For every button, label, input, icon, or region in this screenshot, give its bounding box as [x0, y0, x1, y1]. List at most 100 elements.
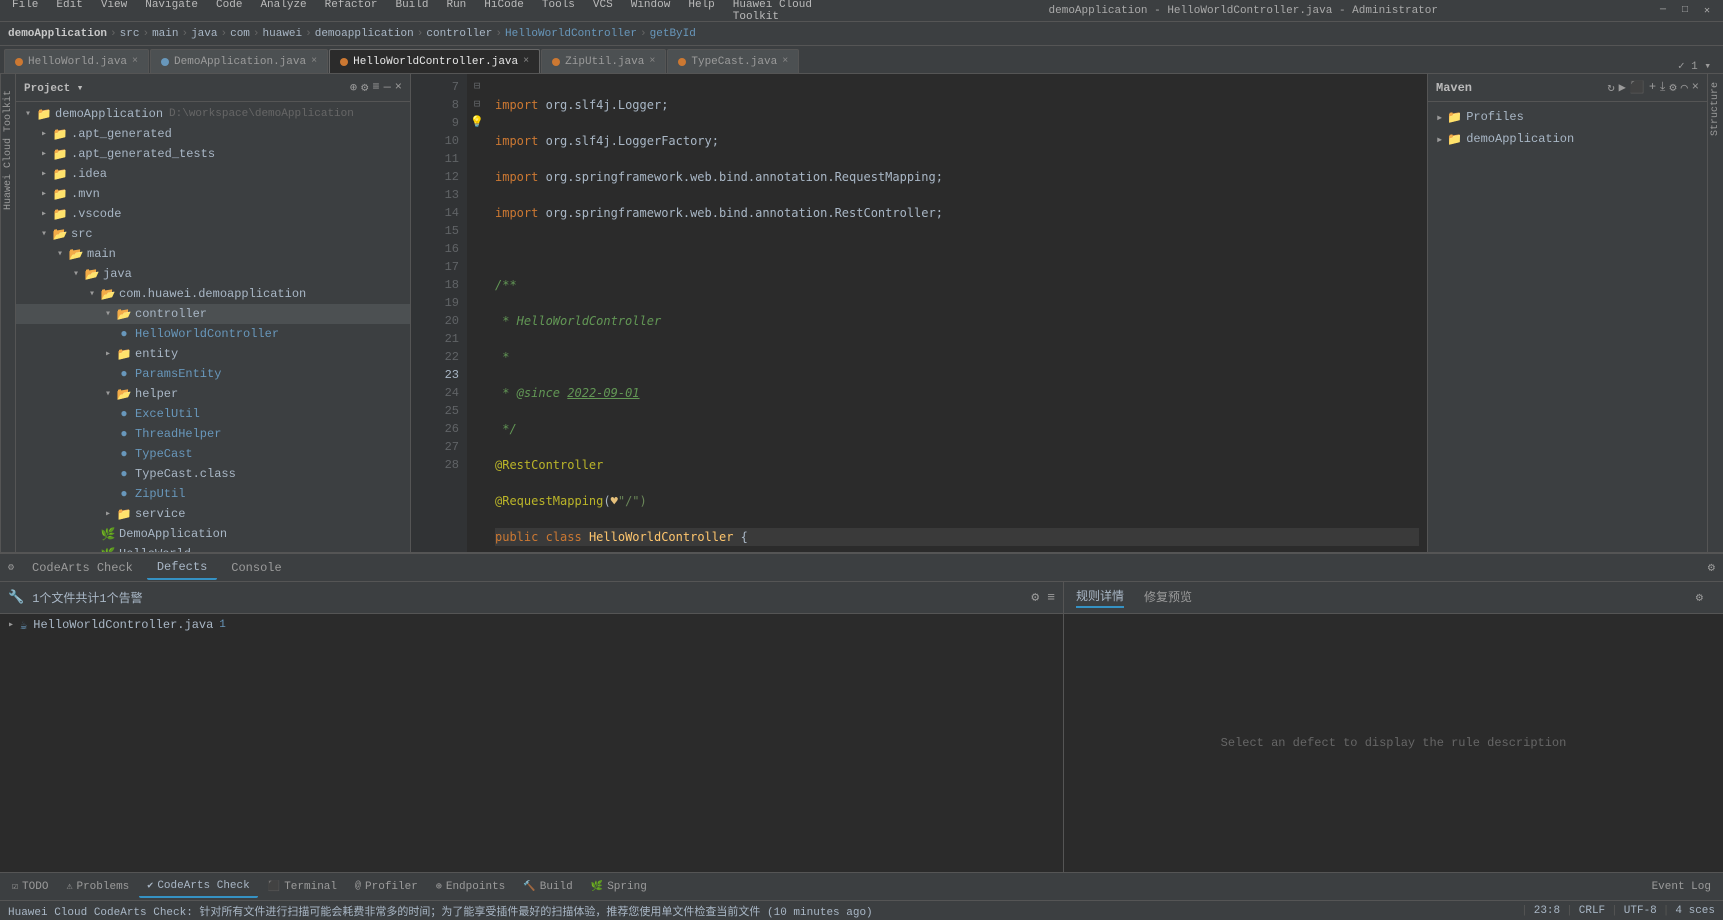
menu-code[interactable]: Code — [212, 0, 246, 23]
project-icon-locate[interactable]: ⊕ — [350, 80, 357, 95]
close-button[interactable]: ✕ — [1699, 3, 1715, 19]
tree-item-threadhelper[interactable]: ● ThreadHelper — [16, 424, 410, 444]
menu-help[interactable]: Help — [684, 0, 718, 23]
project-icon-collapse[interactable]: — — [384, 80, 391, 95]
bc-project[interactable]: demoApplication — [8, 28, 107, 40]
tree-item-vscode[interactable]: ▸ 📁 .vscode — [16, 204, 410, 224]
btab-console[interactable]: Console — [221, 556, 291, 580]
menu-tools[interactable]: Tools — [538, 0, 579, 23]
tab-demoapplication[interactable]: DemoApplication.java × — [150, 49, 328, 73]
menu-build[interactable]: Build — [391, 0, 432, 23]
run-config-dropdown[interactable]: ✓ 1 ▾ — [1678, 59, 1711, 73]
rule-tab-detail[interactable]: 规则详情 — [1076, 587, 1124, 608]
tree-item-hwcontroller[interactable]: ● HelloWorldController — [16, 324, 410, 344]
tree-item-src[interactable]: ▾ 📂 src — [16, 224, 410, 244]
tab-helloworldcontroller[interactable]: HelloWorldController.java × — [329, 49, 540, 73]
bc-main[interactable]: main — [152, 28, 178, 40]
btm-tab-endpoints[interactable]: ⊕ Endpoints — [428, 876, 513, 898]
bottom-panel-settings-icon[interactable]: ⚙ — [1708, 560, 1715, 575]
defects-filter-icon[interactable]: ⚙ — [1031, 590, 1039, 605]
maven-demoapplication[interactable]: ▸ 📁 demoApplication — [1428, 128, 1707, 150]
maven-close-icon[interactable]: × — [1692, 80, 1699, 95]
maven-reload-icon[interactable]: ↻ — [1607, 80, 1614, 95]
btm-tab-profiler[interactable]: @ Profiler — [347, 876, 426, 898]
tree-item-main[interactable]: ▾ 📂 main — [16, 244, 410, 264]
project-icon-settings[interactable]: ≡ — [372, 80, 379, 95]
menu-navigate[interactable]: Navigate — [141, 0, 202, 23]
bc-method[interactable]: getById — [650, 28, 696, 40]
tree-item-entity[interactable]: ▸ 📁 entity — [16, 344, 410, 364]
bc-demoapplication[interactable]: demoapplication — [315, 28, 414, 40]
btm-tab-spring[interactable]: 🌿 Spring — [583, 876, 655, 898]
project-icon-close[interactable]: × — [395, 80, 402, 95]
tree-item-demoapplication[interactable]: 🌿 DemoApplication — [16, 524, 410, 544]
tab-ziputil[interactable]: ZipUtil.java × — [541, 49, 666, 73]
rule-panel-settings-icon[interactable]: ⚙ — [1688, 590, 1711, 605]
maven-run-icon[interactable]: ▶ — [1619, 80, 1626, 95]
maven-debug-icon[interactable]: ⬛ — [1630, 80, 1645, 95]
tree-item-mvn[interactable]: ▸ 📁 .mvn — [16, 184, 410, 204]
btm-tab-build[interactable]: 🔨 Build — [515, 876, 580, 898]
bottom-settings-icon[interactable]: ⚙ — [8, 562, 14, 574]
btm-tab-problems[interactable]: ⚠ Problems — [58, 876, 137, 898]
tree-item-root[interactable]: ▾ 📁 demoApplication D:\workspace\demoApp… — [16, 104, 410, 124]
tree-item-ziputil[interactable]: ● ZipUtil — [16, 484, 410, 504]
tree-item-com-huawei[interactable]: ▾ 📂 com.huawei.demoapplication — [16, 284, 410, 304]
defect-row-0[interactable]: ▸ ☕ HelloWorldController.java 1 — [0, 614, 1063, 636]
menu-edit[interactable]: Edit — [52, 0, 86, 23]
menu-analyze[interactable]: Analyze — [256, 0, 310, 23]
maven-profiles[interactable]: ▸ 📁 Profiles — [1428, 106, 1707, 128]
maven-collapse-icon[interactable]: ⌒ — [1681, 80, 1688, 95]
rule-tab-preview[interactable]: 修复预览 — [1144, 588, 1192, 607]
tab-close-helloworld[interactable]: × — [132, 56, 138, 67]
btab-defects[interactable]: Defects — [147, 556, 217, 580]
tree-item-helloworld[interactable]: 🌿 HelloWorld — [16, 544, 410, 552]
bc-controller[interactable]: controller — [426, 28, 492, 40]
tab-typecast[interactable]: TypeCast.java × — [667, 49, 799, 73]
tree-item-apt-tests[interactable]: ▸ 📁 .apt_generated_tests — [16, 144, 410, 164]
structure-label[interactable]: Structure — [1708, 74, 1723, 144]
menu-huawei[interactable]: Huawei Cloud Toolkit — [729, 0, 832, 23]
btm-tab-todo[interactable]: ☑ TODO — [4, 876, 56, 898]
bc-src[interactable]: src — [120, 28, 140, 40]
maven-add-icon[interactable]: + — [1649, 80, 1656, 95]
tab-close-ziputil[interactable]: × — [649, 56, 655, 67]
lightbulb-23[interactable]: 💡 — [470, 117, 484, 129]
maven-download-icon[interactable]: ⤓ — [1660, 80, 1665, 95]
tree-item-idea[interactable]: ▸ 📁 .idea — [16, 164, 410, 184]
tree-item-java-dir[interactable]: ▾ 📂 java — [16, 264, 410, 284]
defects-expand-icon[interactable]: 🔧 — [8, 590, 24, 605]
tab-close-hwcontroller[interactable]: × — [523, 56, 529, 67]
tree-item-service[interactable]: ▸ 📁 service — [16, 504, 410, 524]
btab-codearts[interactable]: CodeArts Check — [22, 556, 143, 580]
tree-item-paramsentity[interactable]: ● ParamsEntity — [16, 364, 410, 384]
code-area[interactable]: 7891011 1213141516 1718192021 2223242526… — [411, 74, 1427, 552]
fold-19[interactable]: ⊟ — [474, 99, 481, 111]
tab-close-typecast[interactable]: × — [782, 56, 788, 67]
tree-item-helper[interactable]: ▾ 📂 helper — [16, 384, 410, 404]
menu-refactor[interactable]: Refactor — [321, 0, 382, 23]
bc-com[interactable]: com — [230, 28, 250, 40]
tree-item-controller[interactable]: ▾ 📂 controller — [16, 304, 410, 324]
menu-view[interactable]: View — [97, 0, 131, 23]
tab-close-demoapplication[interactable]: × — [311, 56, 317, 67]
menu-hicode[interactable]: HiCode — [480, 0, 528, 23]
defects-sort-icon[interactable]: ≡ — [1047, 590, 1055, 605]
event-log-link[interactable]: Event Log — [1644, 881, 1719, 893]
menu-run[interactable]: Run — [442, 0, 470, 23]
btm-tab-terminal[interactable]: ⬛ Terminal — [260, 876, 345, 898]
maximize-button[interactable]: □ — [1677, 3, 1693, 19]
tree-item-excelutil[interactable]: ● ExcelUtil — [16, 404, 410, 424]
tree-item-typecast[interactable]: ● TypeCast — [16, 444, 410, 464]
minimize-button[interactable]: ─ — [1655, 3, 1671, 19]
bc-controller-file[interactable]: HelloWorldController — [505, 28, 637, 40]
tree-item-typecast-class[interactable]: ● TypeCast.class — [16, 464, 410, 484]
menu-file[interactable]: File — [8, 0, 42, 23]
bc-java[interactable]: java — [191, 28, 217, 40]
maven-settings-icon[interactable]: ⚙ — [1669, 80, 1676, 95]
tab-helloworld[interactable]: HelloWorld.java × — [4, 49, 149, 73]
btm-tab-codearts[interactable]: ✔ CodeArts Check — [139, 876, 257, 898]
project-icon-config[interactable]: ⚙ — [361, 80, 368, 95]
huawei-toolkit-label[interactable]: Huawei Cloud Toolkit — [3, 82, 14, 218]
menu-vcs[interactable]: VCS — [589, 0, 617, 23]
